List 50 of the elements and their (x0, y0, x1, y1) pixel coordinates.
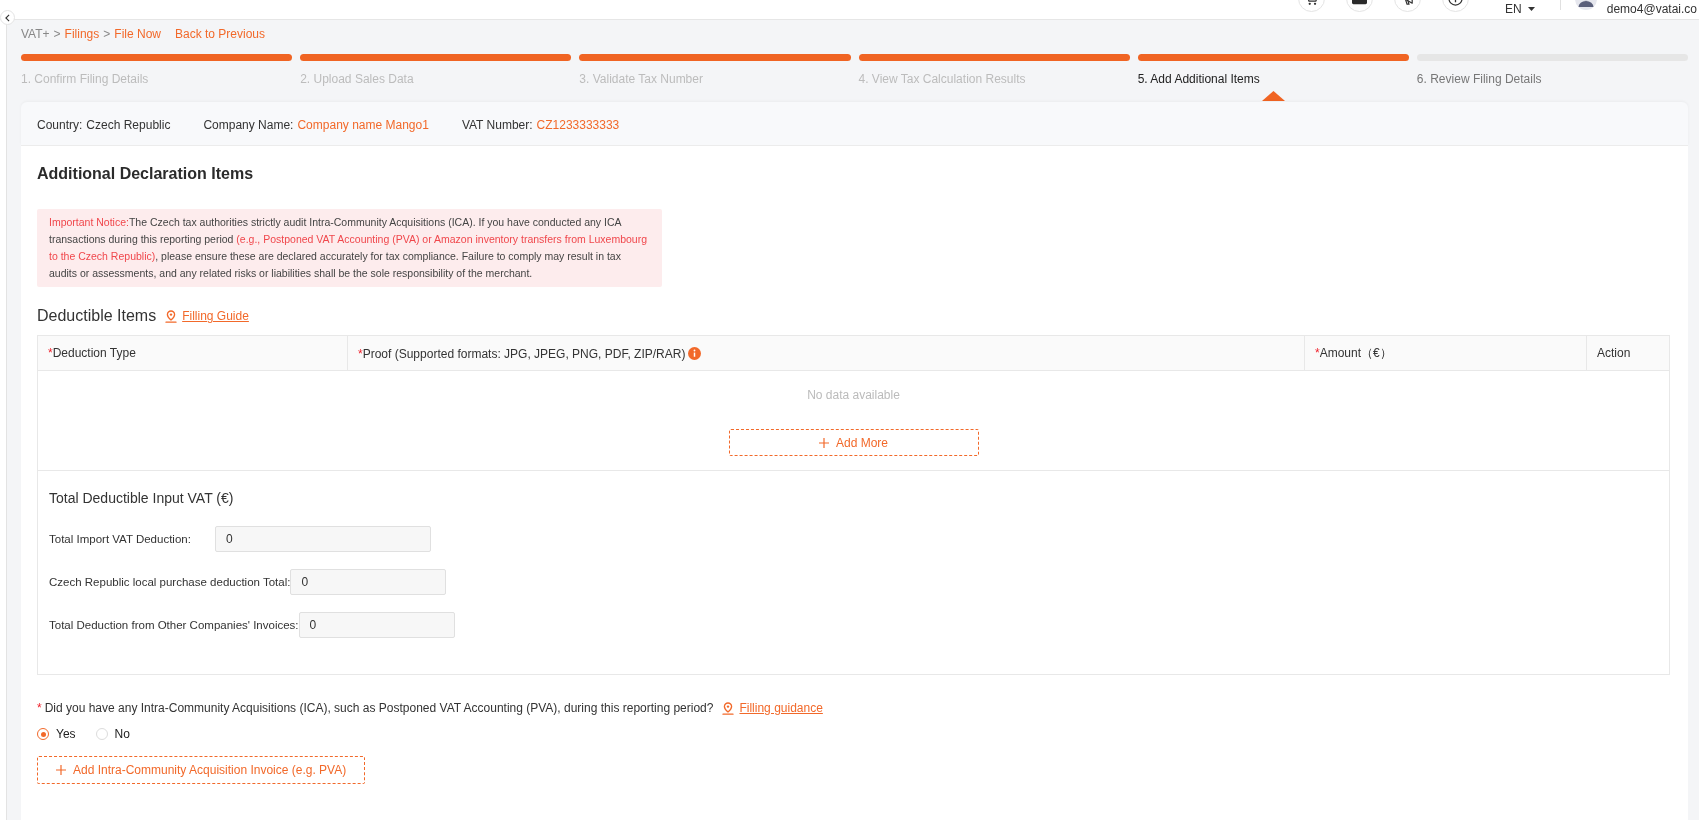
info-label: Company Name: (203, 117, 294, 133)
info-value: CZ1233333333 (536, 117, 620, 133)
radio-label[interactable]: No (114, 726, 130, 742)
column-header: Action (1586, 335, 1670, 371)
column-header: *Amount（€） (1304, 335, 1587, 371)
caret-icon (1527, 7, 1535, 11)
location-pin-icon (722, 701, 735, 715)
step-label[interactable]: 1. Confirm Filing Details (21, 71, 149, 87)
step-label[interactable]: 5. Add Additional Items (1137, 71, 1260, 87)
section-heading: Deductible Items (37, 306, 157, 326)
plus-icon (819, 437, 829, 448)
step-label[interactable]: 3. Validate Tax Number (579, 71, 703, 87)
plus-icon (56, 765, 66, 775)
breadcrumb-text: VAT+ (21, 26, 50, 42)
info-label: Country: (37, 117, 83, 133)
totals-heading: Total Deductible Input VAT (€) (49, 489, 234, 508)
step-label[interactable]: 4. View Tax Calculation Results (858, 71, 1026, 87)
radio-label[interactable]: Yes (56, 726, 76, 742)
breadcrumb-separator: > (53, 26, 61, 42)
filling-guide-link[interactable]: Filling Guide (182, 308, 249, 324)
field-label: Czech Republic local purchase deduction Total: (49, 575, 291, 590)
section-title: Additional Declaration Items (37, 164, 254, 184)
chevron-left-icon (5, 13, 10, 22)
info-value: Czech Republic (86, 117, 171, 133)
field-label: Total Deduction from Other Companies' Invoices: (49, 618, 299, 633)
breadcrumb-link[interactable]: Filings (64, 26, 100, 42)
question-text: * Did you have any Intra-Community Acquisitions (ICA), such as Postponed VAT Accounting (PVA), during this reporting period? (37, 700, 714, 716)
user-email[interactable]: demo4@vatai.co (1606, 2, 1697, 16)
breadcrumb-link[interactable]: File Now (114, 26, 161, 42)
column-header: *Deduction Type (37, 335, 348, 371)
step-label[interactable]: 6. Review Filing Details (1416, 71, 1542, 87)
breadcrumb-separator: > (103, 26, 111, 42)
add-invoice-button[interactable]: Add Intra-Community Acquisition Invoice (e.g. PVA) (37, 756, 366, 784)
radio-button[interactable] (37, 728, 49, 740)
step-label[interactable]: 2. Upload Sales Data (300, 71, 414, 87)
field-label: Total Import VAT Deduction: (49, 532, 192, 547)
language-selector[interactable]: EN (1505, 2, 1535, 16)
amount-input[interactable]: 0 (290, 569, 447, 595)
column-label: *Proof (Supported formats: JPG, JPEG, PNG, PDF, ZIP/RAR) (358, 346, 686, 361)
filling-guidance-link[interactable]: Filling guidance (739, 700, 823, 716)
empty-state-text: No data available (807, 387, 900, 403)
info-label: VAT Number: (461, 117, 533, 133)
important-notice: Important Notice:The Czech tax authorities strictly audit Intra-Community Acquisitions (ICA). If you have conducted any ICA transactions during this reporting period (e.g., Postponed VAT Accounting (PVA) or Amazon inventory transfers from Luxembourg to the Czech Republic), please ensure these are declared accurately for tax compliance. Failure to comply may result in tax audits or assessments, and any related risks or liabilities shall be the sole responsibility of the merchant. (37, 209, 662, 287)
info-value: Company name Mango1 (297, 117, 429, 133)
info-icon[interactable] (688, 346, 702, 360)
back-link[interactable]: Back to Previous (175, 26, 266, 42)
add-more-button[interactable]: Add More (728, 429, 979, 456)
amount-input[interactable]: 0 (298, 612, 455, 638)
amount-input[interactable]: 0 (215, 526, 431, 552)
location-pin-icon (165, 309, 178, 323)
